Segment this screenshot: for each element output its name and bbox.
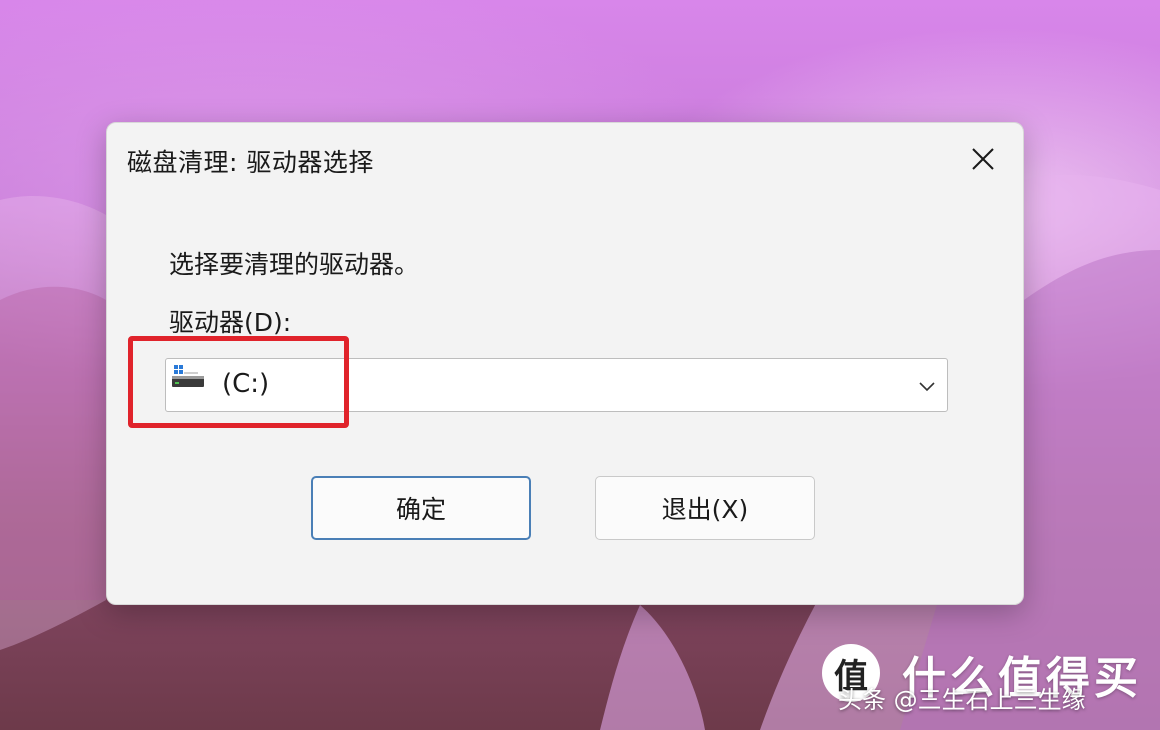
disk-cleanup-drive-selection-dialog: 磁盘清理: 驱动器选择 选择要清理的驱动器。 驱动器(D): (C:) 确定 退… bbox=[106, 122, 1024, 605]
instruction-text: 选择要清理的驱动器。 bbox=[169, 250, 420, 279]
dialog-title: 磁盘清理: 驱动器选择 bbox=[127, 148, 374, 177]
exit-button[interactable]: 退出(X) bbox=[595, 476, 815, 540]
close-button[interactable] bbox=[961, 137, 1005, 181]
watermark: 值 什么值得买 头条 @三生石上三生缘 bbox=[822, 642, 1152, 714]
chevron-down-icon[interactable] bbox=[917, 376, 937, 396]
ok-button[interactable]: 确定 bbox=[311, 476, 531, 540]
drive-dropdown[interactable]: (C:) bbox=[165, 358, 948, 412]
windows-drive-icon bbox=[172, 365, 204, 387]
close-icon bbox=[972, 148, 994, 170]
watermark-author: 头条 @三生石上三生缘 bbox=[838, 686, 1086, 714]
drive-label: 驱动器(D): bbox=[169, 308, 292, 337]
selected-drive: (C:) bbox=[222, 369, 270, 399]
